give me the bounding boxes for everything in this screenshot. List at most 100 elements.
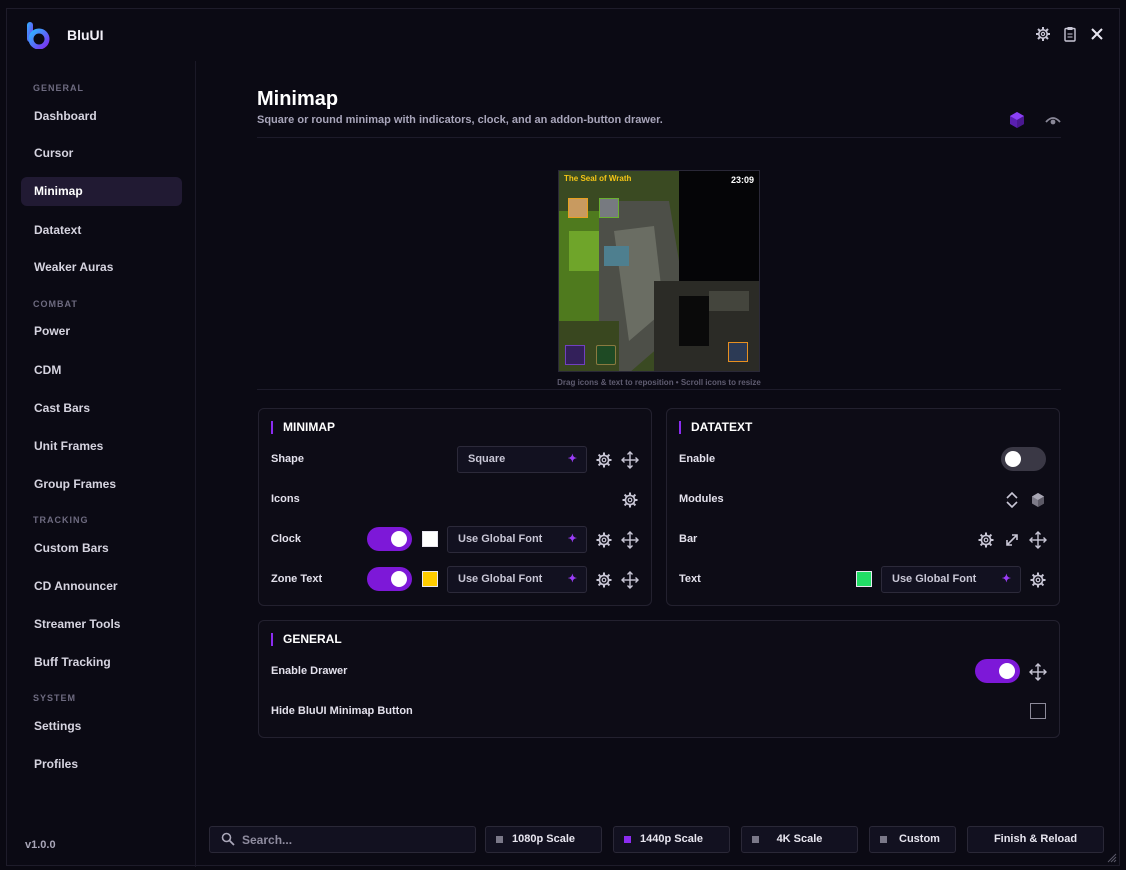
scale-1080p-label: 1080p Scale (512, 833, 575, 845)
scale-indicator (752, 836, 759, 843)
resize-grip-icon[interactable] (1107, 853, 1117, 863)
sidebar-item-power[interactable]: Power (21, 317, 182, 346)
sidebar-item-buff-tracking[interactable]: Buff Tracking (21, 648, 182, 677)
toggle-knob (391, 571, 407, 587)
scale-1080p-button[interactable]: 1080p Scale (485, 826, 602, 853)
dropdown-plus-icon: ✦ (567, 453, 577, 465)
search-box[interactable] (209, 826, 476, 853)
text-color-swatch[interactable] (856, 571, 872, 587)
enable-drawer-label: Enable Drawer (271, 665, 348, 677)
resize-icon[interactable] (1003, 531, 1021, 549)
clipboard-icon[interactable] (1062, 26, 1078, 42)
mail-icon[interactable] (568, 198, 588, 218)
shape-dropdown[interactable]: Square ✦ (457, 446, 587, 473)
clock-toggle[interactable] (367, 527, 412, 551)
sidebar-item-minimap[interactable]: Minimap (21, 177, 182, 206)
scale-1440p-button[interactable]: 1440p Scale (613, 826, 730, 853)
drawer-move-icon[interactable] (1029, 663, 1047, 681)
search-input[interactable] (242, 831, 462, 849)
sidebar-item-profiles[interactable]: Profiles (21, 750, 182, 779)
text-font-value: Use Global Font (892, 573, 977, 585)
zone-text-font-value: Use Global Font (458, 573, 543, 585)
minimap-clock-text[interactable]: 23:09 (731, 175, 754, 185)
general-panel: GENERAL Enable Drawer Hide BluUI Minimap… (258, 620, 1060, 738)
bar-gear-icon[interactable] (977, 531, 995, 549)
datatext-enable-toggle[interactable] (1001, 447, 1046, 471)
sort-arrows-icon[interactable] (1003, 491, 1021, 509)
module-cube-icon[interactable] (1029, 491, 1047, 509)
hide-minimap-button-checkbox[interactable] (1030, 703, 1046, 719)
eye-icon[interactable] (1044, 111, 1062, 134)
sidebar-item-cursor[interactable]: Cursor (21, 139, 182, 168)
zone-text-move-icon[interactable] (621, 571, 639, 589)
sidebar-item-streamer-tools[interactable]: Streamer Tools (21, 610, 182, 639)
finish-reload-button[interactable]: Finish & Reload (967, 826, 1104, 853)
clock-gear-icon[interactable] (595, 531, 613, 549)
clock-font-dropdown[interactable]: Use Global Font ✦ (447, 526, 587, 553)
enable-drawer-toggle[interactable] (975, 659, 1020, 683)
minimap-zone-text[interactable]: The Seal of Wrath (564, 174, 631, 183)
zone-text-toggle[interactable] (367, 567, 412, 591)
sidebar-item-unit-frames[interactable]: Unit Frames (21, 432, 182, 461)
shape-move-icon[interactable] (621, 451, 639, 469)
scale-4k-label: 4K Scale (776, 833, 823, 845)
clock-font-value: Use Global Font (458, 533, 543, 545)
preview-divider (257, 389, 1061, 390)
icons-label: Icons (271, 493, 300, 505)
difficulty-icon[interactable] (596, 345, 616, 365)
cube-icon[interactable] (1008, 111, 1026, 134)
sidebar-item-settings[interactable]: Settings (21, 712, 182, 741)
minimap-preview[interactable]: The Seal of Wrath 23:09 (558, 170, 760, 372)
shape-gear-icon[interactable] (595, 451, 613, 469)
scale-custom-button[interactable]: Custom (869, 826, 956, 853)
shape-dropdown-value: Square (468, 453, 506, 465)
scale-4k-button[interactable]: 4K Scale (741, 826, 858, 853)
minimap-panel: MINIMAP Shape Square ✦ Icons Clock Use G… (258, 408, 652, 606)
sidebar-item-weaker-auras[interactable]: Weaker Auras (21, 253, 182, 282)
sidebar-item-dashboard[interactable]: Dashboard (21, 102, 182, 131)
sidebar: GENERAL Dashboard Cursor Minimap Datatex… (7, 61, 196, 867)
page-title: Minimap (257, 88, 339, 110)
calendar-icon[interactable] (565, 345, 585, 365)
modules-label: Modules (679, 493, 724, 505)
dropdown-plus-icon: ✦ (567, 533, 577, 545)
tracking-icon[interactable] (599, 198, 619, 218)
preview-hint: Drag icons & text to reposition • Scroll… (557, 378, 761, 387)
settings-window: BluUI GENERAL Dashboard Cursor Minimap D… (6, 8, 1120, 867)
clock-label: Clock (271, 533, 301, 545)
zone-text-font-dropdown[interactable]: Use Global Font ✦ (447, 566, 587, 593)
scale-indicator (880, 836, 887, 843)
sidebar-item-datatext[interactable]: Datatext (21, 216, 182, 245)
shape-label: Shape (271, 453, 305, 465)
sidebar-section-general: GENERAL (33, 83, 85, 93)
lfg-eye-icon[interactable] (728, 342, 748, 362)
sidebar-item-group-frames[interactable]: Group Frames (21, 470, 182, 499)
gear-icon[interactable] (1035, 26, 1051, 42)
dropdown-plus-icon: ✦ (1001, 573, 1011, 585)
text-font-dropdown[interactable]: Use Global Font ✦ (881, 566, 1021, 593)
scale-custom-label: Custom (899, 833, 940, 845)
sidebar-item-cast-bars[interactable]: Cast Bars (21, 394, 182, 423)
clock-color-swatch[interactable] (422, 531, 438, 547)
scale-indicator-selected (624, 836, 631, 843)
bar-move-icon[interactable] (1029, 531, 1047, 549)
datatext-panel-title: DATATEXT (679, 421, 752, 434)
sidebar-item-cdm[interactable]: CDM (21, 356, 182, 385)
icons-gear-icon[interactable] (621, 491, 639, 509)
sidebar-section-tracking: TRACKING (33, 515, 89, 525)
text-gear-icon[interactable] (1029, 571, 1047, 589)
sidebar-item-custom-bars[interactable]: Custom Bars (21, 534, 182, 563)
text-label: Text (679, 573, 701, 585)
zone-text-color-swatch[interactable] (422, 571, 438, 587)
clock-move-icon[interactable] (621, 531, 639, 549)
sidebar-item-cd-announcer[interactable]: CD Announcer (21, 572, 182, 601)
app-title: BluUI (67, 27, 104, 43)
enable-label: Enable (679, 453, 716, 465)
title-bar: BluUI (7, 9, 1119, 61)
dropdown-plus-icon: ✦ (567, 573, 577, 585)
zone-text-gear-icon[interactable] (595, 571, 613, 589)
toggle-knob (391, 531, 407, 547)
close-icon[interactable] (1089, 26, 1105, 42)
minimap-panel-title: MINIMAP (271, 421, 335, 434)
scale-indicator (496, 836, 503, 843)
